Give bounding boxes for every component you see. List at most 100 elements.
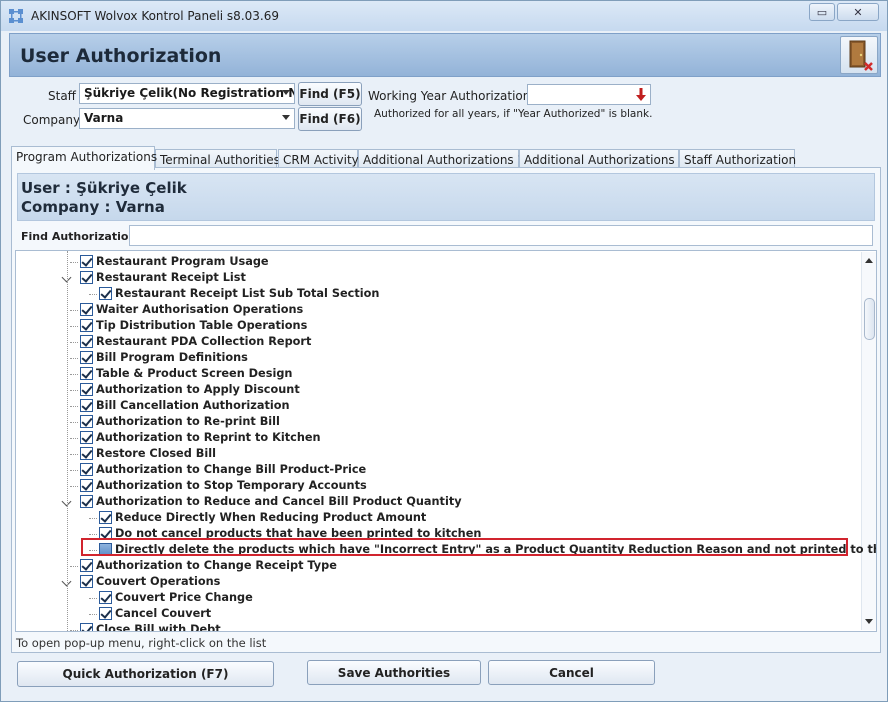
tree-connector	[70, 470, 78, 471]
tree-item[interactable]: Bill Cancellation Authorization	[16, 398, 856, 414]
tree-connector	[70, 262, 78, 263]
tree-item[interactable]: Close Bill with Debt	[16, 622, 856, 631]
tree-item-label: Authorization to Change Receipt Type	[96, 559, 337, 572]
checkbox-icon[interactable]	[80, 399, 93, 412]
tree-item-label: Bill Cancellation Authorization	[96, 399, 290, 412]
checkbox-icon[interactable]	[80, 575, 93, 588]
tree-connector	[70, 422, 78, 423]
company-select[interactable]: Varna	[79, 108, 295, 129]
tree-item[interactable]: Restaurant Program Usage	[16, 254, 856, 270]
checkbox-icon[interactable]	[99, 511, 112, 524]
tree-connector	[70, 342, 78, 343]
tree-scrollbar[interactable]	[861, 252, 876, 630]
tree-item[interactable]: Authorization to Change Receipt Type	[16, 558, 856, 574]
scroll-down-icon[interactable]	[865, 619, 873, 624]
checkbox-icon[interactable]	[80, 303, 93, 316]
tree-connector	[70, 326, 78, 327]
tab-panel: User : Şükriye Çelik Company : Varna Fin…	[11, 167, 881, 653]
staff-select[interactable]: Şükriye Çelik(No Registration Num	[79, 83, 295, 104]
tree-item[interactable]: Restaurant PDA Collection Report	[16, 334, 856, 350]
tree-item[interactable]: Restaurant Receipt List Sub Total Sectio…	[16, 286, 856, 302]
year-label: Working Year Authorization	[368, 89, 531, 103]
tree-item[interactable]: Restore Closed Bill	[16, 446, 856, 462]
window-title: AKINSOFT Wolvox Kontrol Paneli s8.03.69	[31, 9, 279, 23]
tree-item-label: Authorization to Apply Discount	[96, 383, 300, 396]
checkbox-icon[interactable]	[80, 271, 93, 284]
status-text: To open pop-up menu, right-click on the …	[16, 636, 267, 650]
scroll-up-icon[interactable]	[865, 258, 873, 263]
tree-connector	[89, 534, 97, 535]
exit-button[interactable]	[840, 36, 878, 74]
exit-door-icon	[849, 40, 873, 71]
tree-item[interactable]: Table & Product Screen Design	[16, 366, 856, 382]
year-dropdown-arrow-icon[interactable]	[636, 88, 646, 102]
tree-item[interactable]: Tip Distribution Table Operations	[16, 318, 856, 334]
checkbox-icon[interactable]	[80, 431, 93, 444]
maximize-button[interactable]: ▭	[809, 3, 835, 21]
chevron-down-icon	[282, 115, 290, 120]
tree-item-label: Couvert Operations	[96, 575, 221, 588]
tree-item-label: Cancel Couvert	[115, 607, 212, 620]
find-staff-button[interactable]: Find (F5)	[298, 82, 362, 106]
checkbox-icon[interactable]	[99, 591, 112, 604]
tree-item-label: Waiter Authorisation Operations	[96, 303, 304, 316]
tree-item[interactable]: Authorization to Reduce and Cancel Bill …	[16, 494, 856, 510]
checkbox-icon[interactable]	[80, 319, 93, 332]
find-company-button[interactable]: Find (F6)	[298, 107, 362, 131]
cancel-button[interactable]: Cancel	[488, 660, 655, 685]
find-authorization-input[interactable]	[129, 225, 873, 246]
tree-item[interactable]: Authorization to Change Bill Product-Pri…	[16, 462, 856, 478]
tree-item[interactable]: Reduce Directly When Reducing Product Am…	[16, 510, 856, 526]
checkbox-icon[interactable]	[80, 559, 93, 572]
checkbox-icon[interactable]	[80, 495, 93, 508]
tree-item-label: Restaurant Receipt List	[96, 271, 246, 284]
tree-item-label: Restore Closed Bill	[96, 447, 216, 460]
checkbox-icon[interactable]	[80, 623, 93, 631]
tree-item[interactable]: Authorization to Reprint to Kitchen	[16, 430, 856, 446]
app-icon	[9, 9, 23, 23]
authorization-tree[interactable]: Restaurant Program Usage Restaurant Recei…	[15, 250, 877, 632]
tree-item[interactable]: Waiter Authorisation Operations	[16, 302, 856, 318]
checkbox-icon[interactable]	[80, 351, 93, 364]
title-bar: AKINSOFT Wolvox Kontrol Paneli s8.03.69 …	[1, 1, 887, 31]
checkbox-icon[interactable]	[99, 287, 112, 300]
close-button[interactable]: ✕	[837, 3, 879, 21]
tree-item[interactable]: Authorization to Stop Temporary Accounts	[16, 478, 856, 494]
tree-item-label: Authorization to Re-print Bill	[96, 415, 280, 428]
tree-connector	[70, 486, 78, 487]
tree-connector	[89, 518, 97, 519]
page-title: User Authorization	[20, 45, 222, 67]
tree-item-label: Couvert Price Change	[115, 591, 253, 604]
tree-item[interactable]: Authorization to Re-print Bill	[16, 414, 856, 430]
tree-item[interactable]: Cancel Couvert	[16, 606, 856, 622]
tree-item-label: Reduce Directly When Reducing Product Am…	[115, 511, 427, 524]
checkbox-icon[interactable]	[80, 335, 93, 348]
checkbox-icon[interactable]	[80, 479, 93, 492]
checkbox-icon[interactable]	[80, 415, 93, 428]
checkbox-icon[interactable]	[80, 463, 93, 476]
company-label: Company	[23, 113, 81, 127]
staff-label: Staff	[48, 89, 76, 103]
scroll-thumb[interactable]	[864, 298, 875, 340]
tree-connector	[70, 438, 78, 439]
tree-item[interactable]: Couvert Operations	[16, 574, 856, 590]
staff-value: Şükriye Çelik(No Registration Num	[84, 86, 294, 100]
quick-authorization-button[interactable]: Quick Authorization (F7)	[17, 661, 274, 687]
checkbox-icon[interactable]	[80, 383, 93, 396]
checkbox-icon[interactable]	[99, 607, 112, 620]
tree-connector	[70, 406, 78, 407]
save-authorities-button[interactable]: Save Authorities	[307, 660, 481, 685]
checkbox-icon[interactable]	[80, 447, 93, 460]
year-input[interactable]	[527, 84, 651, 105]
tree-item-label: Restaurant PDA Collection Report	[96, 335, 312, 348]
tab-program-authorizations[interactable]: Program Authorizations	[11, 146, 157, 170]
checkbox-icon[interactable]	[80, 367, 93, 380]
tree-item[interactable]: Authorization to Apply Discount	[16, 382, 856, 398]
tree-connector	[70, 390, 78, 391]
checkbox-icon[interactable]	[80, 255, 93, 268]
tree-item[interactable]: Restaurant Receipt List	[16, 270, 856, 286]
tree-item[interactable]: Couvert Price Change	[16, 590, 856, 606]
tree-item-label: Authorization to Reduce and Cancel Bill …	[96, 495, 462, 508]
tree-item[interactable]: Bill Program Definitions	[16, 350, 856, 366]
tree-connector	[70, 310, 78, 311]
